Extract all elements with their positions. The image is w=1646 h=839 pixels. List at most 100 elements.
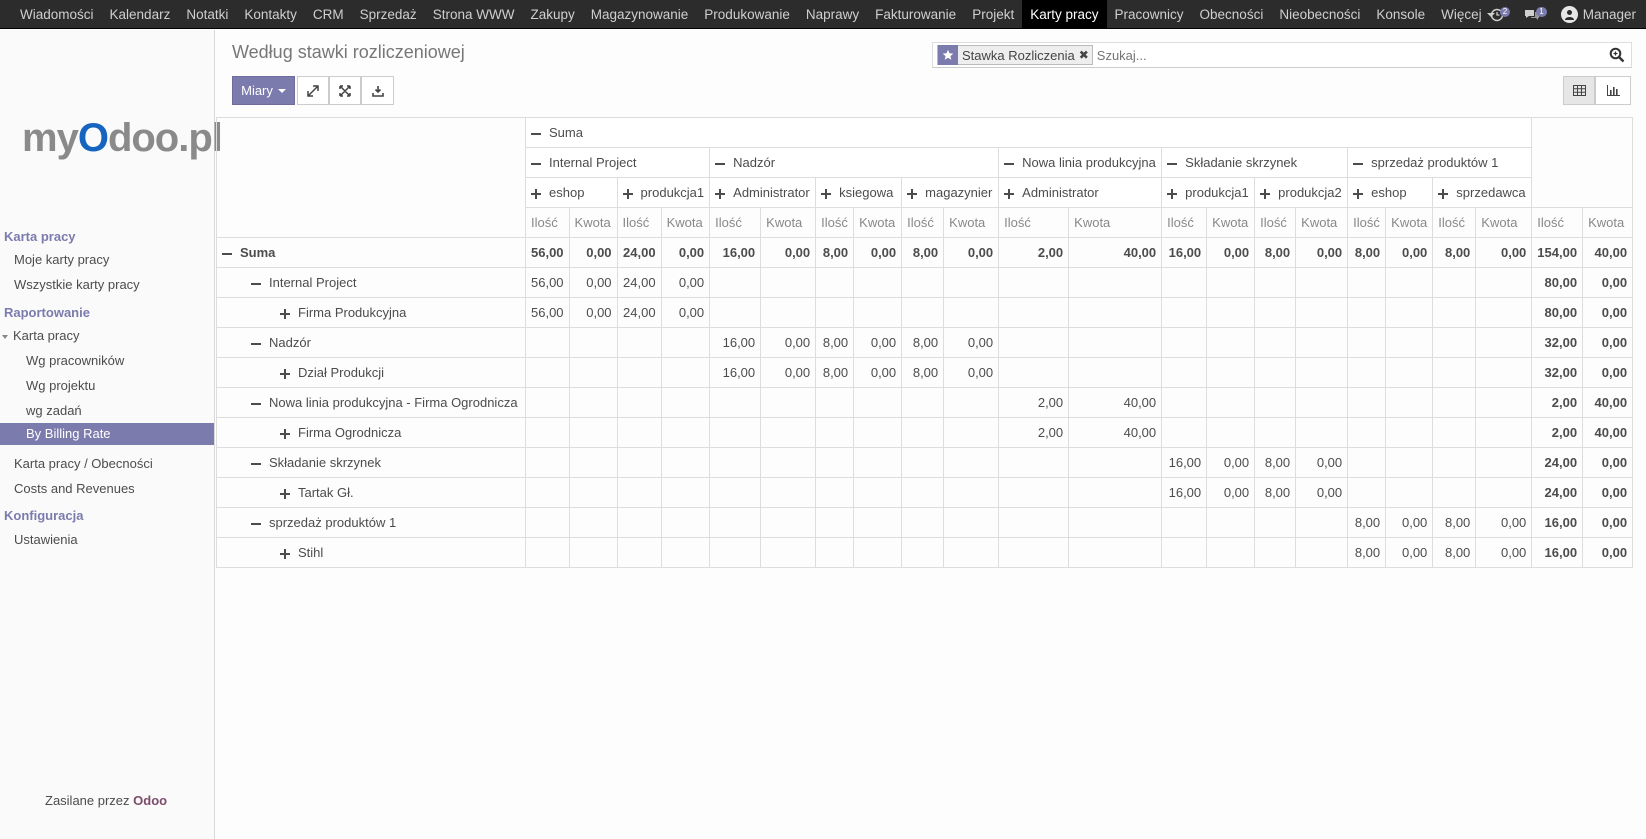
pivot-cell[interactable] <box>1254 387 1297 418</box>
pivot-cell[interactable] <box>1385 267 1434 298</box>
pivot-cell[interactable]: 0,00 <box>943 237 1000 268</box>
pivot-cell[interactable]: 8,00 <box>1432 237 1477 268</box>
pivot-cell[interactable] <box>525 477 570 508</box>
pivot-cell[interactable] <box>943 447 1000 478</box>
pivot-cell[interactable] <box>1432 447 1477 478</box>
col-header-group[interactable]: produkcja1 <box>1161 177 1256 208</box>
pivot-cell[interactable] <box>660 447 711 478</box>
pivot-cell[interactable] <box>1347 297 1387 328</box>
pivot-cell[interactable] <box>1432 357 1477 388</box>
pivot-cell[interactable]: 80,00 <box>1531 297 1584 328</box>
pivot-cell[interactable]: 0,00 <box>1582 537 1634 568</box>
pivot-cell[interactable] <box>1385 387 1434 418</box>
pivot-cell[interactable] <box>1068 357 1163 388</box>
pivot-cell[interactable]: 8,00 <box>1432 537 1477 568</box>
nav-item-5[interactable]: Sprzedaż <box>352 0 425 29</box>
pivot-cell[interactable] <box>616 537 662 568</box>
pivot-cell[interactable] <box>1161 267 1208 298</box>
measure-header[interactable]: Ilość <box>525 207 570 238</box>
measure-header[interactable]: Ilość <box>998 207 1070 238</box>
pivot-cell[interactable] <box>1161 417 1208 448</box>
nav-item-2[interactable]: Notatki <box>178 0 236 29</box>
col-header-group[interactable]: produkcja1 <box>616 177 711 208</box>
pivot-cell[interactable] <box>568 387 618 418</box>
pivot-cell[interactable] <box>853 297 903 328</box>
pivot-cell[interactable]: 40,00 <box>1068 387 1163 418</box>
pivot-cell[interactable]: 16,00 <box>1161 477 1208 508</box>
pivot-cell[interactable]: 0,00 <box>1582 477 1634 508</box>
pivot-cell[interactable]: 8,00 <box>1254 477 1297 508</box>
pivot-cell[interactable] <box>815 507 855 538</box>
pivot-cell[interactable]: 154,00 <box>1531 237 1584 268</box>
pivot-cell[interactable]: 8,00 <box>901 357 945 388</box>
pivot-cell[interactable] <box>1295 357 1349 388</box>
pivot-cell[interactable] <box>1475 417 1533 448</box>
pivot-cell[interactable] <box>616 357 662 388</box>
measure-header[interactable]: Kwota <box>760 207 817 238</box>
pivot-cell[interactable] <box>760 447 817 478</box>
nav-item-4[interactable]: CRM <box>305 0 352 29</box>
pivot-cell[interactable]: 0,00 <box>943 327 1000 358</box>
pivot-cell[interactable] <box>1206 387 1256 418</box>
nav-item-0[interactable]: Wiadomości <box>12 0 102 29</box>
pivot-cell[interactable] <box>1206 507 1256 538</box>
pivot-cell[interactable] <box>1068 327 1163 358</box>
pivot-cell[interactable] <box>660 357 711 388</box>
pivot-cell[interactable] <box>1206 267 1256 298</box>
pivot-cell[interactable] <box>998 357 1070 388</box>
pivot-cell[interactable]: 8,00 <box>815 327 855 358</box>
pivot-cell[interactable]: 8,00 <box>1347 507 1387 538</box>
pivot-cell[interactable] <box>853 387 903 418</box>
pivot-cell[interactable]: 0,00 <box>568 237 618 268</box>
pivot-cell[interactable] <box>660 387 711 418</box>
pivot-view-button[interactable] <box>1563 76 1595 105</box>
row-header[interactable]: Firma Ogrodnicza <box>216 417 526 448</box>
measure-header[interactable]: Kwota <box>1582 207 1634 238</box>
pivot-cell[interactable] <box>568 537 618 568</box>
row-header[interactable]: Nadzór <box>216 327 526 358</box>
row-header[interactable]: Tartak Gł. <box>216 477 526 508</box>
measure-header[interactable]: Ilość <box>815 207 855 238</box>
col-header-group[interactable]: Administrator <box>998 177 1163 208</box>
pivot-cell[interactable] <box>709 267 762 298</box>
pivot-cell[interactable]: 0,00 <box>760 357 817 388</box>
col-header-project[interactable]: sprzedaż produktów 1 <box>1347 147 1533 178</box>
col-header-group[interactable]: Administrator <box>709 177 817 208</box>
pivot-cell[interactable] <box>1161 507 1208 538</box>
pivot-cell[interactable] <box>1254 327 1297 358</box>
pivot-cell[interactable]: 16,00 <box>1531 507 1584 538</box>
pivot-cell[interactable] <box>853 417 903 448</box>
measure-header[interactable]: Kwota <box>943 207 1000 238</box>
measure-header[interactable]: Ilość <box>901 207 945 238</box>
graph-view-button[interactable] <box>1595 76 1631 105</box>
pivot-cell[interactable]: 8,00 <box>1347 537 1387 568</box>
measure-header[interactable]: Kwota <box>1295 207 1349 238</box>
pivot-cell[interactable] <box>1161 297 1208 328</box>
pivot-cell[interactable] <box>568 447 618 478</box>
pivot-cell[interactable] <box>1254 357 1297 388</box>
row-header[interactable]: Internal Project <box>216 267 526 298</box>
measure-header[interactable]: Ilość <box>709 207 762 238</box>
nav-item-12[interactable]: Projekt <box>964 0 1022 29</box>
pivot-cell[interactable] <box>760 297 817 328</box>
pivot-cell[interactable] <box>1475 447 1533 478</box>
pivot-cell[interactable] <box>1068 297 1163 328</box>
pivot-cell[interactable] <box>1347 477 1387 508</box>
pivot-cell[interactable] <box>901 447 945 478</box>
pivot-cell[interactable] <box>525 537 570 568</box>
pivot-cell[interactable] <box>568 507 618 538</box>
pivot-cell[interactable]: 2,00 <box>998 237 1070 268</box>
pivot-cell[interactable] <box>709 477 762 508</box>
col-header-group[interactable]: ksiegowa <box>815 177 903 208</box>
pivot-cell[interactable] <box>1295 327 1349 358</box>
measure-header[interactable]: Kwota <box>1206 207 1256 238</box>
pivot-cell[interactable]: 16,00 <box>1531 537 1584 568</box>
search-icon[interactable] <box>1609 47 1625 63</box>
pivot-cell[interactable] <box>1068 537 1163 568</box>
pivot-cell[interactable]: 0,00 <box>1295 477 1349 508</box>
pivot-cell[interactable] <box>1206 537 1256 568</box>
pivot-cell[interactable] <box>901 267 945 298</box>
nav-item-3[interactable]: Kontakty <box>236 0 305 29</box>
pivot-cell[interactable]: 0,00 <box>1475 507 1533 538</box>
pivot-cell[interactable]: 40,00 <box>1582 417 1634 448</box>
